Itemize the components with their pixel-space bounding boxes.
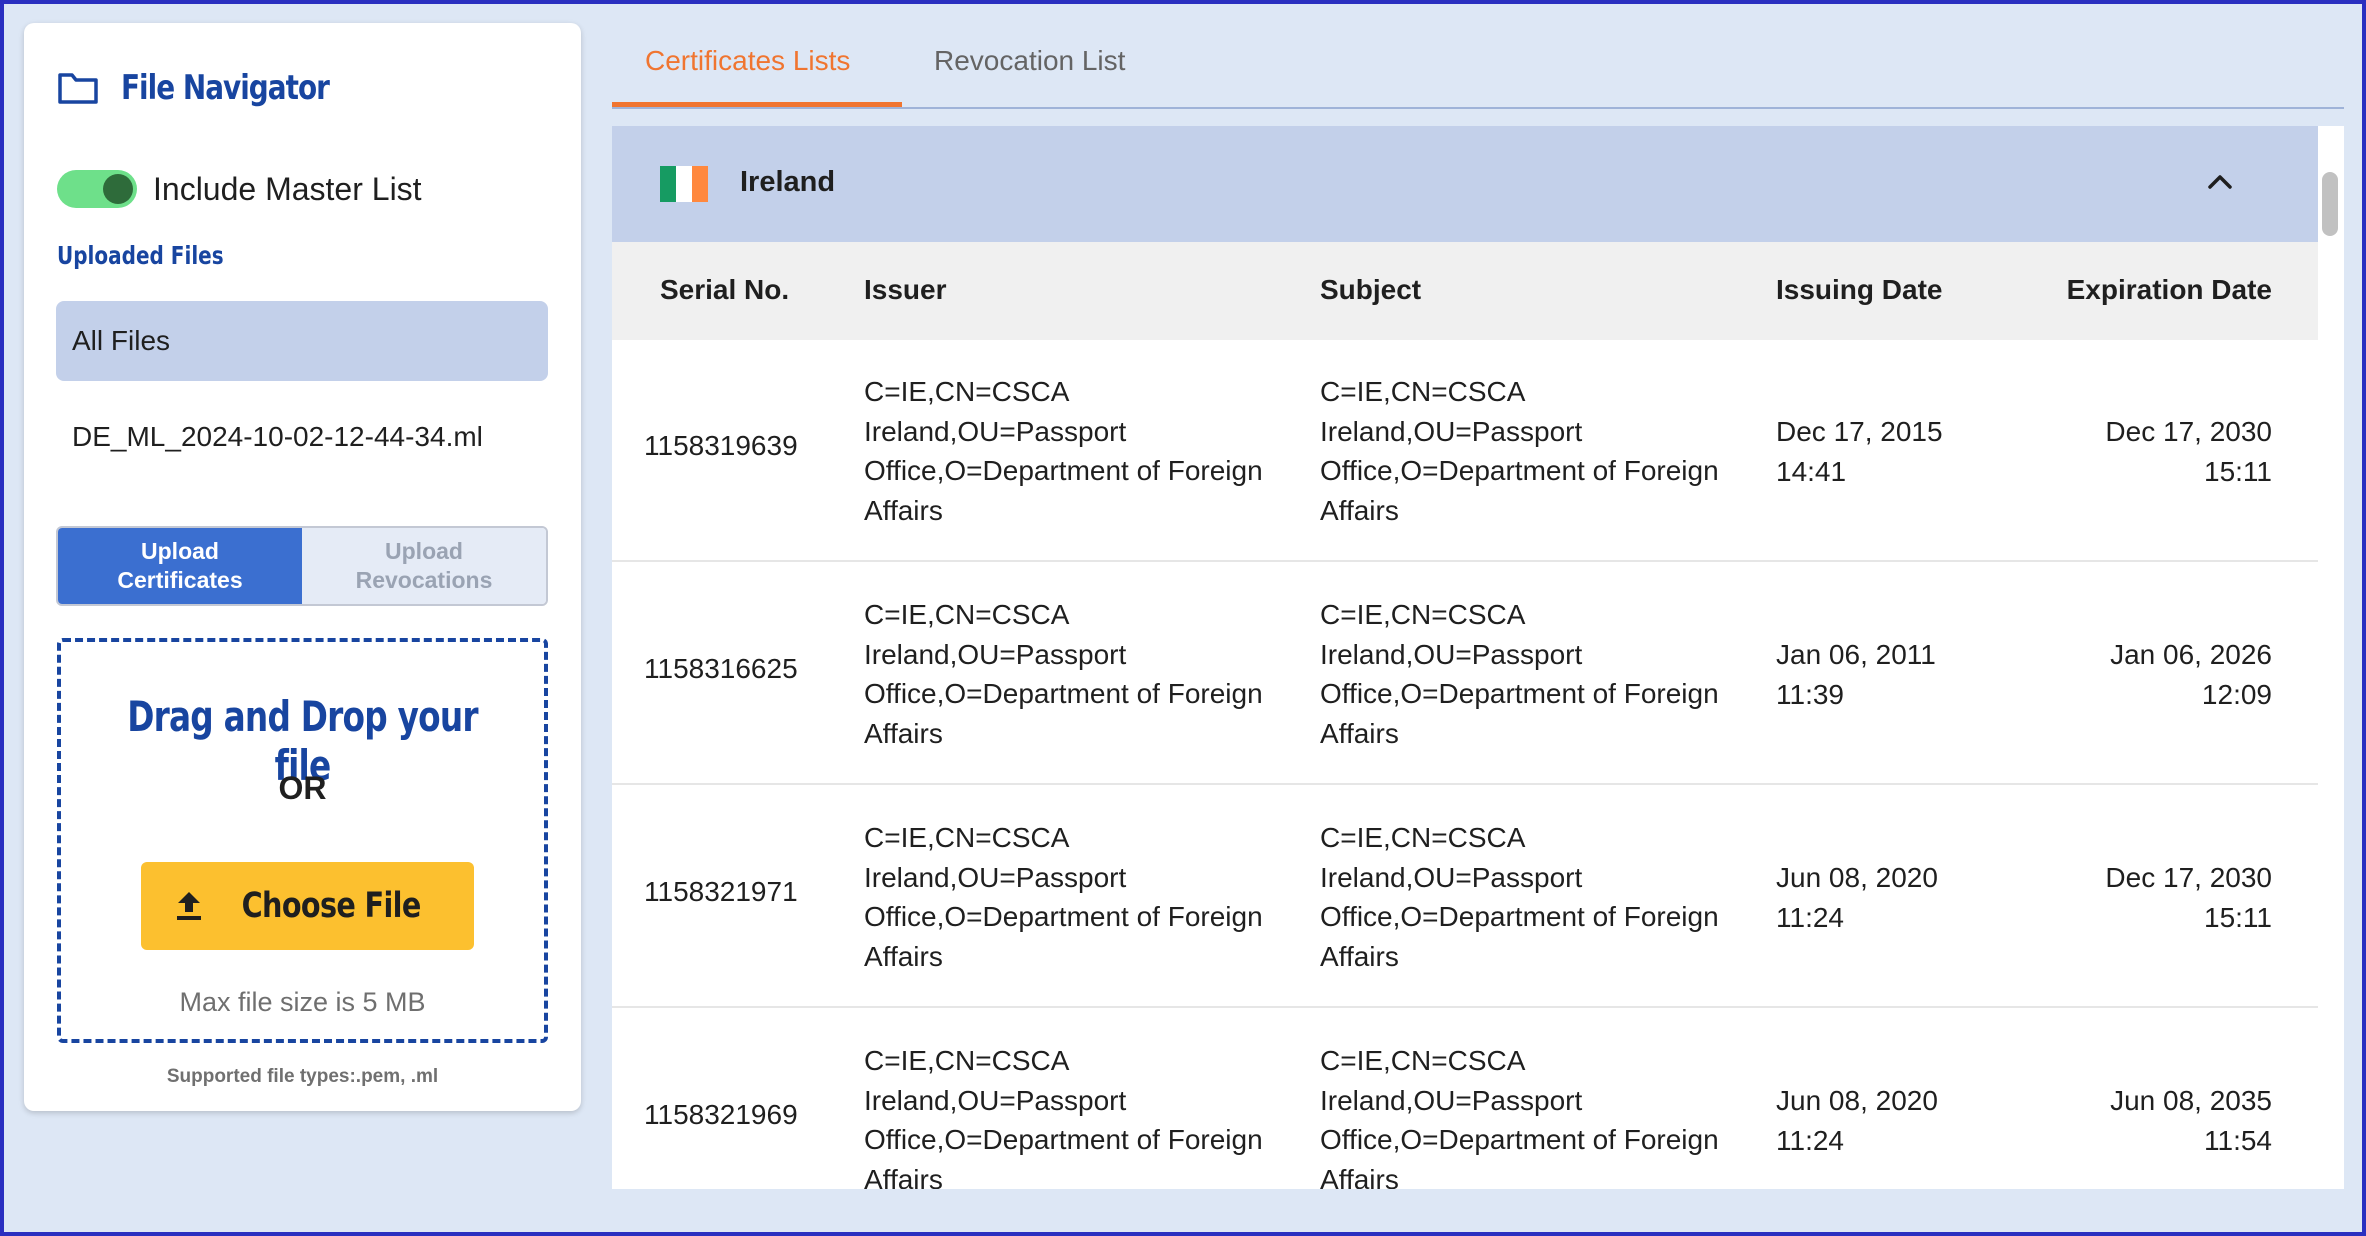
folder-icon — [58, 73, 98, 104]
file-navigator-title: File Navigator — [121, 68, 330, 108]
upload-icon — [177, 892, 202, 920]
cell-serial: 1158319639 — [644, 430, 798, 461]
table-row[interactable]: 1158321971 C=IE,CN=CSCA Ireland,OU=Passp… — [612, 786, 2318, 1008]
flag-stripe-green — [660, 166, 676, 202]
table-header: Serial No. Issuer Subject Issuing Date E… — [612, 242, 2318, 340]
active-tab-indicator — [612, 102, 902, 107]
file-item-all-files[interactable]: All Files — [56, 301, 548, 381]
file-dropzone[interactable]: Drag and Drop your file OR Choose File M… — [57, 638, 548, 1043]
uploaded-files-label: Uploaded Files — [57, 241, 224, 270]
cell-issuing-date: Jun 08, 2020 11:24 — [1776, 1085, 1938, 1156]
include-master-switch[interactable] — [57, 170, 137, 208]
ireland-flag-icon — [660, 166, 708, 202]
cell-serial: 1158321971 — [644, 876, 798, 907]
cell-issuer: C=IE,CN=CSCA Ireland,OU=Passport Office,… — [864, 1045, 1263, 1189]
upload-mode-selector: Upload Certificates Upload Revocations — [56, 526, 548, 606]
upload-revocations-button[interactable]: Upload Revocations — [302, 528, 546, 604]
table-row[interactable]: 1158316625 C=IE,CN=CSCA Ireland,OU=Passp… — [612, 563, 2318, 785]
cell-issuing-date: Dec 17, 2015 14:41 — [1776, 416, 1943, 487]
dropzone-or: OR — [278, 770, 327, 806]
country-group-header[interactable]: Ireland — [612, 126, 2318, 242]
cell-subject: C=IE,CN=CSCA Ireland,OU=Passport Office,… — [1320, 822, 1719, 972]
table-scrollbar[interactable] — [2318, 126, 2344, 1189]
choose-file-button[interactable]: Choose File — [141, 862, 474, 950]
cell-subject: C=IE,CN=CSCA Ireland,OU=Passport Office,… — [1320, 376, 1719, 526]
file-item-de-ml[interactable]: DE_ML_2024-10-02-12-44-34.ml — [56, 397, 548, 477]
table-row[interactable]: 1158321969 C=IE,CN=CSCA Ireland,OU=Passp… — [612, 1009, 2318, 1189]
main-tabs: Certificates Lists Revocation List — [612, 0, 2344, 110]
max-file-size-text: Max file size is 5 MB — [179, 987, 426, 1017]
cell-issuer: C=IE,CN=CSCA Ireland,OU=Passport Office,… — [864, 822, 1263, 972]
tab-certificates-lists[interactable]: Certificates Lists — [645, 45, 850, 85]
supported-file-types: Supported file types:.pem, .ml — [166, 1066, 439, 1087]
column-header-serial[interactable]: Serial No. — [660, 274, 789, 306]
certificates-panel: Ireland Serial No. Issuer Subject Issuin… — [612, 126, 2318, 1189]
cell-subject: C=IE,CN=CSCA Ireland,OU=Passport Office,… — [1320, 599, 1719, 749]
cell-serial: 1158316625 — [644, 653, 798, 684]
flag-stripe-orange — [692, 166, 708, 202]
cell-issuer: C=IE,CN=CSCA Ireland,OU=Passport Office,… — [864, 376, 1263, 526]
column-header-subject[interactable]: Subject — [1320, 274, 1421, 306]
column-header-issuer[interactable]: Issuer — [864, 274, 947, 306]
cell-expiration-date: Jun 08, 2035 11:54 — [2110, 1085, 2272, 1156]
chevron-up-icon[interactable] — [2202, 164, 2238, 200]
cell-serial: 1158321969 — [644, 1099, 798, 1130]
cell-issuer: C=IE,CN=CSCA Ireland,OU=Passport Office,… — [864, 599, 1263, 749]
country-name: Ireland — [740, 166, 836, 198]
cell-expiration-date: Dec 17, 2030 15:11 — [2105, 416, 2272, 487]
column-header-issuing-date[interactable]: Issuing Date — [1776, 274, 1942, 306]
include-master-label: Include Master List — [153, 170, 422, 207]
switch-knob — [103, 174, 133, 204]
cell-subject: C=IE,CN=CSCA Ireland,OU=Passport Office,… — [1320, 1045, 1719, 1189]
flag-stripe-white — [676, 166, 692, 202]
cell-expiration-date: Jan 06, 2026 12:09 — [2110, 639, 2272, 710]
column-header-expiration-date[interactable]: Expiration Date — [2067, 274, 2272, 306]
cell-issuing-date: Jun 08, 2020 11:24 — [1776, 862, 1938, 933]
file-navigator-header: File Navigator — [57, 63, 375, 113]
table-row[interactable]: 1158319639 C=IE,CN=CSCA Ireland,OU=Passp… — [612, 340, 2318, 562]
include-master-toggle-row: Include Master List — [57, 161, 422, 217]
cell-expiration-date: Dec 17, 2030 15:11 — [2105, 862, 2272, 933]
upload-certificates-button[interactable]: Upload Certificates — [58, 528, 302, 604]
tabs-divider — [612, 107, 2344, 109]
file-navigator-panel: File Navigator Include Master List Uploa… — [24, 23, 581, 1111]
tab-revocation-list[interactable]: Revocation List — [934, 45, 1125, 85]
scrollbar-thumb[interactable] — [2322, 172, 2338, 236]
cell-issuing-date: Jan 06, 2011 11:39 — [1776, 639, 1936, 710]
choose-file-label: Choose File — [241, 886, 422, 926]
